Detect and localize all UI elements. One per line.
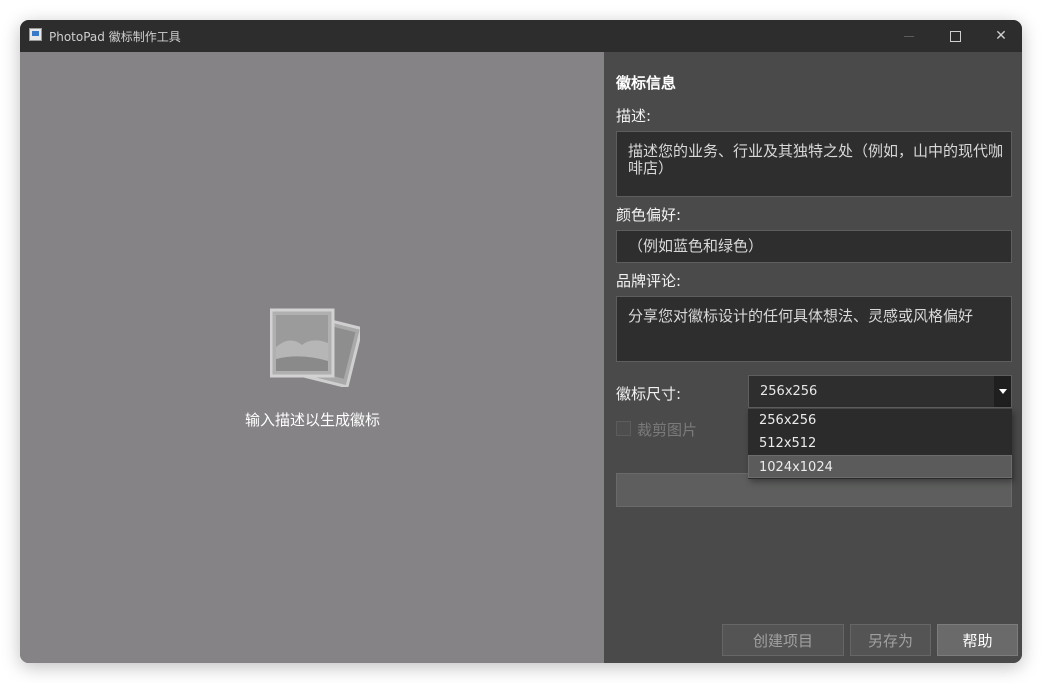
logo-preview-area: 输入描述以生成徽标 <box>20 52 604 663</box>
color-preference-input[interactable]: （例如蓝色和绿色） <box>616 230 1012 263</box>
crop-image-label: 裁剪图片 <box>637 421 698 439</box>
chevron-down-icon <box>998 389 1007 394</box>
app-icon <box>29 28 42 41</box>
minimize-icon <box>904 35 914 37</box>
close-button[interactable]: ✕ <box>978 20 1022 52</box>
brand-comment-input[interactable]: 分享您对徽标设计的任何具体想法、灵感或风格偏好 <box>616 296 1012 362</box>
color-preference-label: 颜色偏好: <box>616 206 682 224</box>
dropdown-option[interactable]: 256x256 <box>748 409 1012 432</box>
dropdown-option[interactable]: 512x512 <box>748 432 1012 455</box>
app-window: PhotoPad 徽标制作工具 ✕ 输入描述以生成徽标 徽标信息 描述: 描述您… <box>20 20 1022 663</box>
preview-placeholder-text: 输入描述以生成徽标 <box>244 411 380 429</box>
logo-size-value: 256x256 <box>760 384 818 399</box>
maximize-button[interactable] <box>932 20 978 52</box>
help-button[interactable]: 帮助 <box>937 624 1018 656</box>
logo-size-dropdown-list: 256x256 512x512 1024x1024 <box>748 409 1012 479</box>
window-title: PhotoPad 徽标制作工具 <box>49 30 181 44</box>
create-project-button[interactable]: 创建项目 <box>722 624 844 656</box>
save-as-button[interactable]: 另存为 <box>850 624 931 656</box>
logo-size-select[interactable]: 256x256 <box>748 375 1012 408</box>
maximize-icon <box>949 30 961 42</box>
minimize-button[interactable] <box>886 20 932 52</box>
close-icon: ✕ <box>995 28 1007 44</box>
section-title: 徽标信息 <box>616 74 677 92</box>
description-label: 描述: <box>616 107 652 125</box>
description-input[interactable]: 描述您的业务、行业及其独特之处（例如，山中的现代咖啡店） <box>616 131 1012 197</box>
dropdown-arrow[interactable] <box>994 376 1011 407</box>
brand-comment-label: 品牌评论: <box>616 272 682 290</box>
crop-image-checkbox[interactable] <box>616 421 631 436</box>
logo-info-panel: 徽标信息 描述: 描述您的业务、行业及其独特之处（例如，山中的现代咖啡店） 颜色… <box>604 52 1022 663</box>
image-placeholder-icon <box>270 308 360 387</box>
title-bar: PhotoPad 徽标制作工具 ✕ <box>20 20 1022 52</box>
dropdown-option-highlighted[interactable]: 1024x1024 <box>748 455 1012 478</box>
logo-size-label: 徽标尺寸: <box>616 385 682 403</box>
